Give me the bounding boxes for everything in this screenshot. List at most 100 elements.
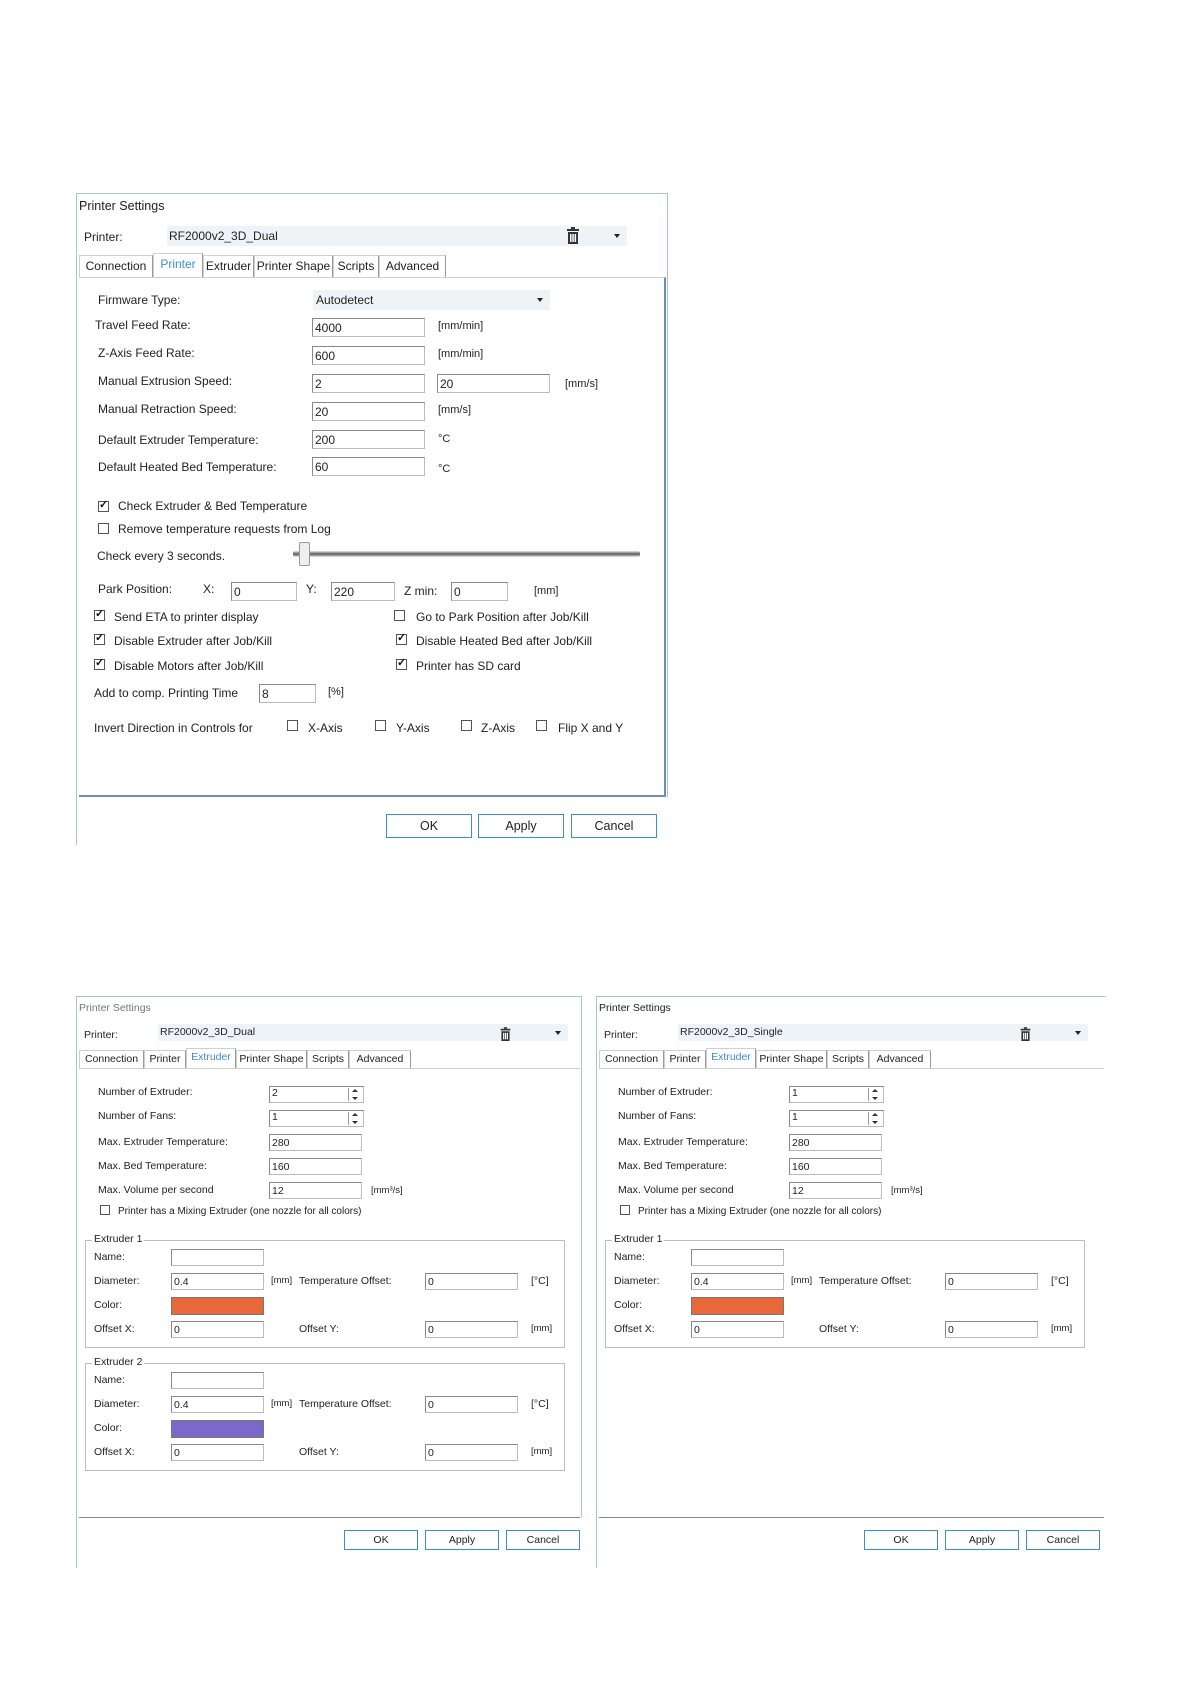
tab-connection[interactable]: Connection: [599, 1050, 664, 1068]
temp-offset-input[interactable]: [425, 1273, 518, 1290]
color-label: Color:: [614, 1299, 643, 1311]
disable-bed-checkbox[interactable]: [396, 631, 407, 645]
disable-motors-checkbox[interactable]: [94, 656, 105, 670]
tab-connection[interactable]: Connection: [79, 1050, 144, 1068]
diameter-input[interactable]: [691, 1273, 784, 1290]
tab-printer[interactable]: Printer: [144, 1050, 186, 1068]
invert-x-checkbox[interactable]: [287, 720, 298, 731]
offset-y-input[interactable]: [945, 1321, 1038, 1338]
default-bed-temp-input[interactable]: [312, 457, 425, 476]
color-swatch[interactable]: [171, 1297, 264, 1315]
max-bed-temp-input[interactable]: [269, 1158, 362, 1175]
travel-feed-input[interactable]: [312, 318, 425, 337]
trash-icon[interactable]: [565, 227, 581, 245]
ok-button[interactable]: OK: [344, 1530, 418, 1550]
park-x-input[interactable]: [231, 582, 297, 601]
trash-icon[interactable]: [499, 1027, 512, 1042]
firmware-select[interactable]: Autodetect: [313, 290, 550, 310]
send-eta-checkbox[interactable]: [94, 607, 105, 621]
manual-extrusion-label: Manual Extrusion Speed:: [98, 374, 233, 388]
offset-y-input[interactable]: [425, 1444, 518, 1461]
invert-flip-checkbox[interactable]: [536, 720, 547, 731]
default-extruder-temp-input[interactable]: [312, 430, 425, 449]
remove-temp-checkbox[interactable]: [98, 523, 109, 534]
apply-button[interactable]: Apply: [425, 1530, 499, 1550]
color-swatch[interactable]: [171, 1420, 264, 1438]
spinner-icon[interactable]: [868, 1112, 882, 1125]
tab-printer[interactable]: Printer: [153, 253, 203, 278]
printer-select[interactable]: RF2000v2_3D_Dual: [167, 226, 627, 246]
num-extruder-input[interactable]: 1: [789, 1086, 884, 1103]
park-unit: [mm]: [534, 585, 559, 597]
num-fans-input[interactable]: 1: [789, 1110, 884, 1127]
park-z-input[interactable]: [451, 582, 508, 601]
ok-button[interactable]: OK: [386, 814, 472, 838]
offset-x-input[interactable]: [691, 1321, 784, 1338]
diameter-input[interactable]: [171, 1396, 264, 1413]
diameter-input[interactable]: [171, 1273, 264, 1290]
mixing-checkbox[interactable]: [100, 1205, 110, 1215]
disable-extruder-checkbox[interactable]: [94, 631, 105, 645]
tab-connection[interactable]: Connection: [79, 255, 153, 277]
tab-advanced[interactable]: Advanced: [349, 1050, 411, 1068]
default-extruder-temp-label: Default Extruder Temperature:: [98, 433, 259, 447]
num-fans-input[interactable]: 1: [269, 1110, 364, 1127]
tab-printer-shape[interactable]: Printer Shape: [756, 1050, 827, 1068]
sd-card-checkbox[interactable]: [396, 656, 407, 670]
tab-scripts[interactable]: Scripts: [827, 1050, 869, 1068]
tab-printer-shape[interactable]: Printer Shape: [236, 1050, 307, 1068]
trash-icon[interactable]: [1019, 1027, 1032, 1042]
z-feed-input[interactable]: [312, 346, 425, 365]
offset-x-input[interactable]: [171, 1444, 264, 1461]
manual-retraction-input[interactable]: [312, 402, 425, 421]
invert-y-checkbox[interactable]: [375, 720, 386, 731]
cancel-button[interactable]: Cancel: [571, 814, 657, 838]
invert-label: Invert Direction in Controls for: [94, 721, 253, 735]
tab-advanced[interactable]: Advanced: [869, 1050, 931, 1068]
name-input[interactable]: [171, 1372, 264, 1389]
check-every-slider-track[interactable]: [293, 551, 640, 557]
spinner-icon[interactable]: [348, 1112, 362, 1125]
mixing-checkbox[interactable]: [620, 1205, 630, 1215]
apply-button[interactable]: Apply: [945, 1530, 1019, 1550]
tab-advanced[interactable]: Advanced: [379, 255, 446, 277]
manual-extrusion-input-2[interactable]: [437, 374, 550, 393]
tab-extruder[interactable]: Extruder: [706, 1048, 756, 1069]
tab-printer[interactable]: Printer: [664, 1050, 706, 1068]
color-swatch[interactable]: [691, 1297, 784, 1315]
tab-extruder[interactable]: Extruder: [203, 255, 254, 277]
temp-offset-input[interactable]: [945, 1273, 1038, 1290]
park-y-input[interactable]: [331, 582, 395, 601]
spinner-icon[interactable]: [348, 1088, 362, 1101]
invert-z-checkbox[interactable]: [461, 720, 472, 731]
max-bed-temp-input[interactable]: [789, 1158, 882, 1175]
name-input[interactable]: [691, 1249, 784, 1266]
printer-label: Printer:: [604, 1029, 638, 1041]
check-temp-checkbox[interactable]: [98, 498, 109, 512]
max-ext-temp-label: Max. Extruder Temperature:: [98, 1136, 228, 1148]
offset-y-input[interactable]: [425, 1321, 518, 1338]
max-volume-input[interactable]: [269, 1182, 362, 1199]
max-ext-temp-input[interactable]: [269, 1134, 362, 1151]
tab-printer-shape[interactable]: Printer Shape: [254, 255, 333, 277]
temp-offset-input[interactable]: [425, 1396, 518, 1413]
cancel-button[interactable]: Cancel: [1026, 1530, 1100, 1550]
tab-extruder[interactable]: Extruder: [186, 1048, 236, 1069]
cancel-button[interactable]: Cancel: [506, 1530, 580, 1550]
add-comp-input[interactable]: [259, 684, 316, 703]
ok-button[interactable]: OK: [864, 1530, 938, 1550]
max-ext-temp-input[interactable]: [789, 1134, 882, 1151]
spinner-icon[interactable]: [868, 1088, 882, 1101]
offset-x-input[interactable]: [171, 1321, 264, 1338]
name-input[interactable]: [171, 1249, 264, 1266]
tab-scripts[interactable]: Scripts: [333, 255, 379, 277]
z-feed-label: Z-Axis Feed Rate:: [98, 346, 195, 360]
check-every-slider-thumb[interactable]: [299, 542, 310, 566]
apply-button[interactable]: Apply: [478, 814, 564, 838]
manual-extrusion-input-1[interactable]: [312, 374, 425, 393]
default-bed-temp-label: Default Heated Bed Temperature:: [98, 460, 277, 474]
goto-park-checkbox[interactable]: [394, 610, 405, 621]
tab-scripts[interactable]: Scripts: [307, 1050, 349, 1068]
num-extruder-input[interactable]: 2: [269, 1086, 364, 1103]
max-volume-input[interactable]: [789, 1182, 882, 1199]
